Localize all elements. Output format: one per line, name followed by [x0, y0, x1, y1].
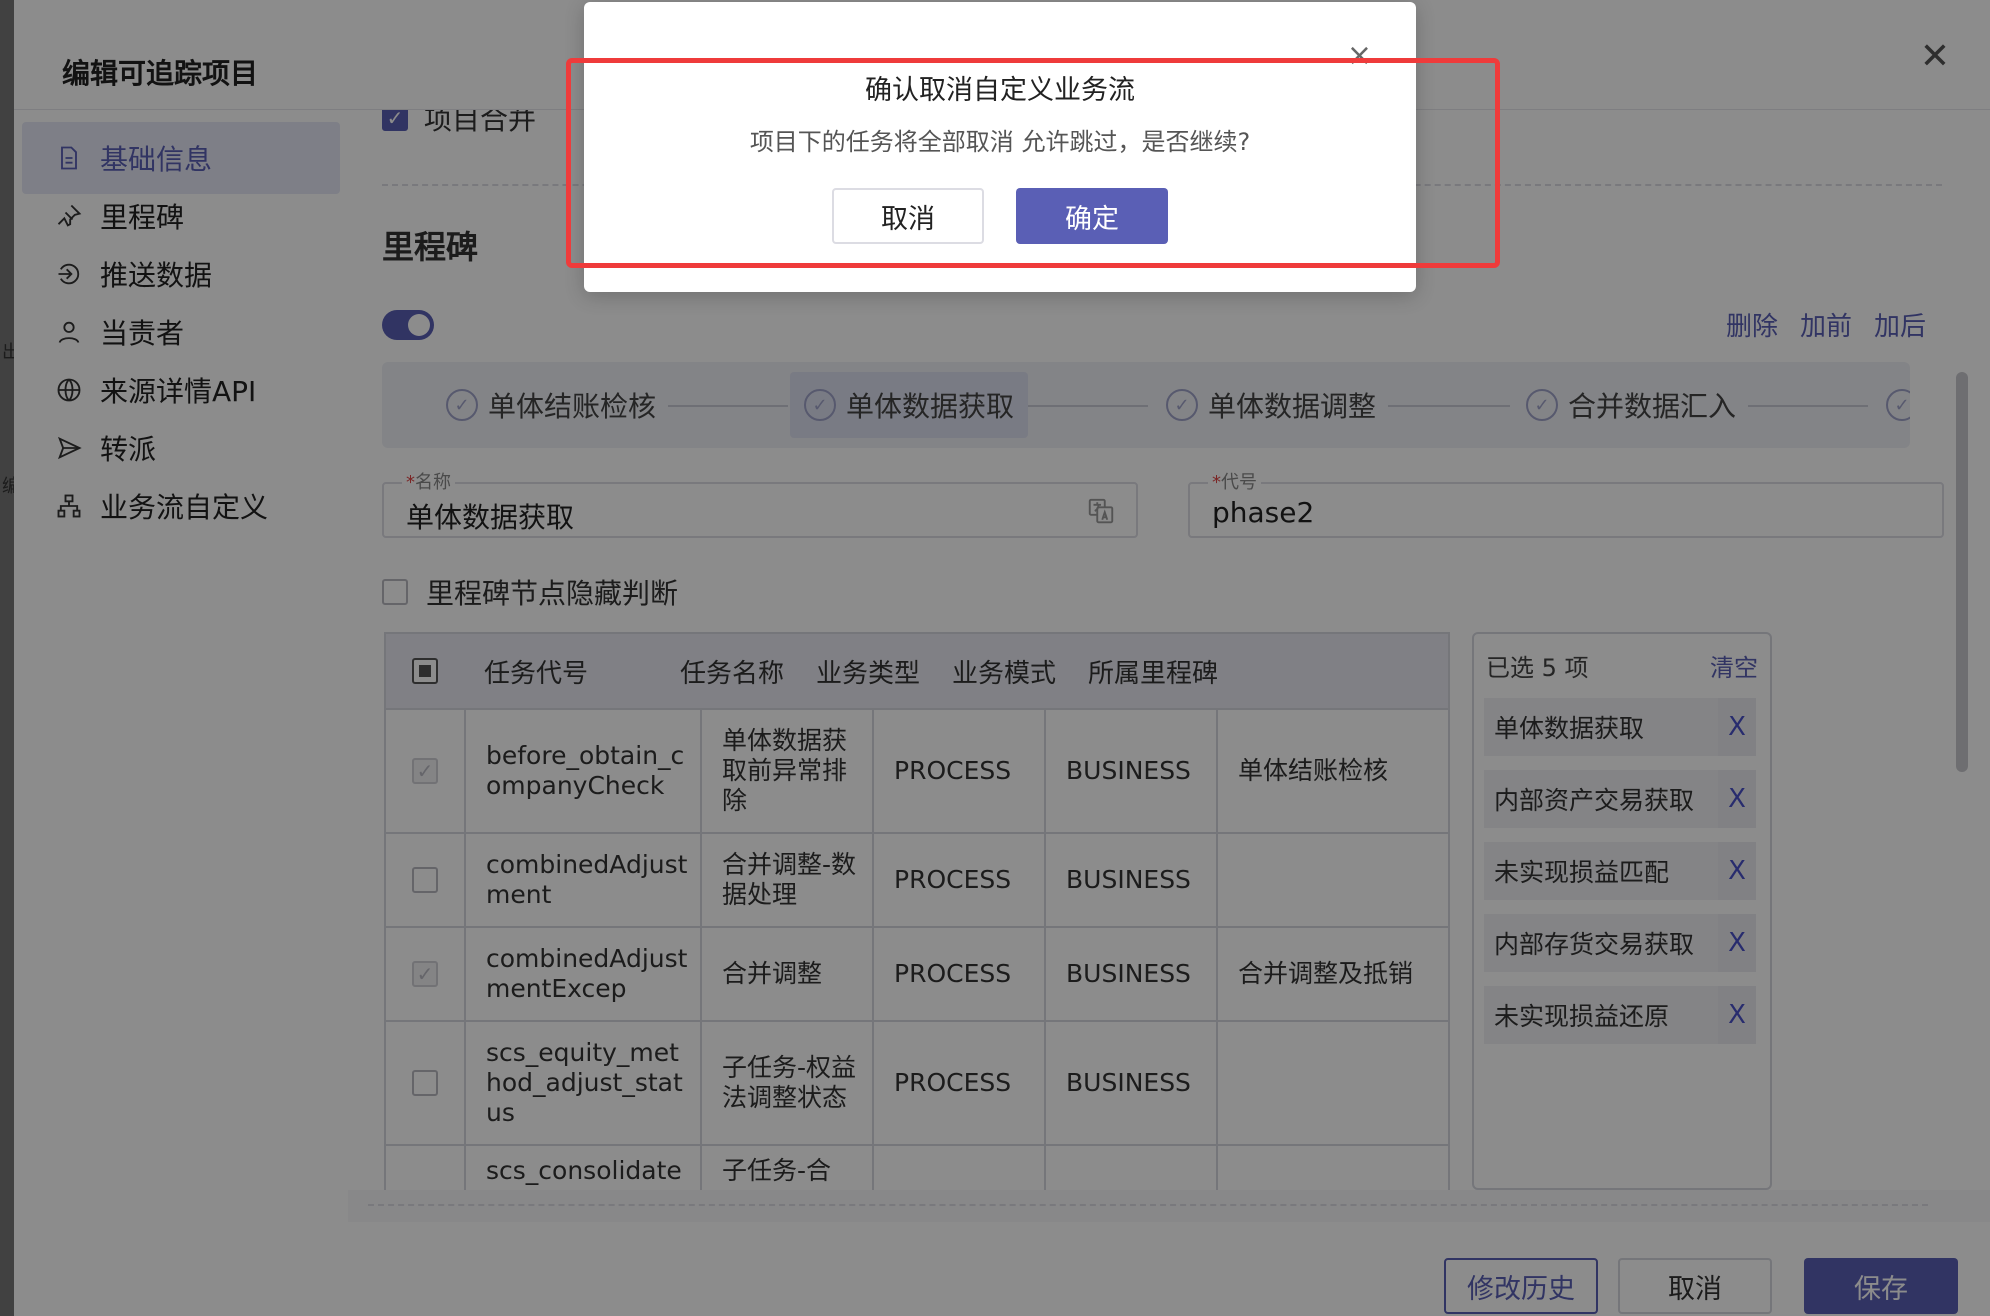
highlight-box [566, 58, 1500, 268]
